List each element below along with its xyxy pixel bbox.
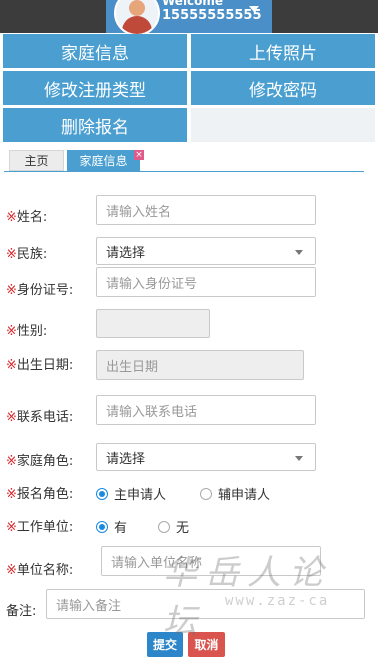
- work-unit-yes-radio[interactable]: 有: [96, 517, 127, 536]
- radio-unchecked-icon: [200, 487, 212, 500]
- nav-family-info-button[interactable]: 家庭信息: [3, 34, 187, 68]
- dropdown-arrow-icon: [295, 250, 303, 255]
- user-menu[interactable]: Welcome 15555555555: [106, 0, 272, 36]
- apply-role-main-radio[interactable]: 主申请人: [96, 484, 166, 503]
- remarks-input[interactable]: 请输入备注: [46, 589, 365, 619]
- tab-home[interactable]: 主页: [9, 150, 64, 171]
- nav-empty-cell: [191, 108, 375, 142]
- ethnicity-select[interactable]: 请选择: [96, 237, 316, 265]
- apply-role-assist-radio[interactable]: 辅申请人: [200, 484, 270, 503]
- ethnicity-label: ※民族:: [6, 247, 48, 262]
- cancel-button[interactable]: 取消: [188, 632, 225, 657]
- phone-input[interactable]: 请输入联系电话: [96, 395, 316, 425]
- family-role-select[interactable]: 请选择: [96, 443, 316, 471]
- work-unit-label: ※工作单位:: [6, 520, 74, 535]
- birth-date-input[interactable]: 出生日期: [96, 350, 304, 380]
- unit-name-input[interactable]: 请输入单位名称: [101, 546, 321, 576]
- user-phone: 15555555555: [162, 8, 262, 23]
- remarks-label: 备注:: [6, 604, 37, 619]
- name-input[interactable]: 请输入姓名: [96, 195, 316, 225]
- phone-label: ※联系电话:: [6, 410, 74, 425]
- id-number-input[interactable]: 请输入身份证号: [96, 267, 316, 297]
- top-bar-right-bg: [272, 0, 378, 33]
- submit-button[interactable]: 提交: [147, 632, 183, 657]
- avatar: [114, 0, 160, 36]
- dropdown-arrow-icon: [295, 456, 303, 461]
- tab-underline: [4, 171, 364, 172]
- welcome-text: Welcome: [162, 0, 224, 8]
- nav-upload-photo-button[interactable]: 上传照片: [191, 34, 375, 68]
- top-bar: Welcome 15555555555: [0, 0, 378, 36]
- gender-label: ※性别:: [6, 324, 48, 339]
- unit-name-label: ※单位名称:: [6, 563, 74, 578]
- tab-close-icon[interactable]: ×: [134, 150, 144, 160]
- apply-role-label: ※报名角色:: [6, 487, 74, 502]
- caret-down-icon[interactable]: [249, 6, 259, 12]
- gender-field: [96, 309, 210, 338]
- radio-checked-icon: [96, 520, 108, 533]
- radio-unchecked-icon: [158, 520, 170, 533]
- family-role-label: ※家庭角色:: [6, 454, 74, 469]
- nav-delete-registration-button[interactable]: 删除报名: [3, 108, 187, 142]
- name-label: ※姓名:: [6, 210, 48, 225]
- top-bar-left-bg: [0, 0, 106, 33]
- id-number-label: ※身份证号:: [6, 283, 74, 298]
- birth-date-label: ※出生日期:: [6, 358, 74, 373]
- family-role-select-value: 请选择: [106, 451, 146, 467]
- nav-modify-reg-type-button[interactable]: 修改注册类型: [3, 71, 187, 105]
- radio-checked-icon: [96, 487, 108, 500]
- tab-family-info[interactable]: 家庭信息: [67, 150, 140, 171]
- nav-modify-password-button[interactable]: 修改密码: [191, 71, 375, 105]
- ethnicity-select-value: 请选择: [106, 245, 146, 261]
- work-unit-no-radio[interactable]: 无: [158, 517, 189, 536]
